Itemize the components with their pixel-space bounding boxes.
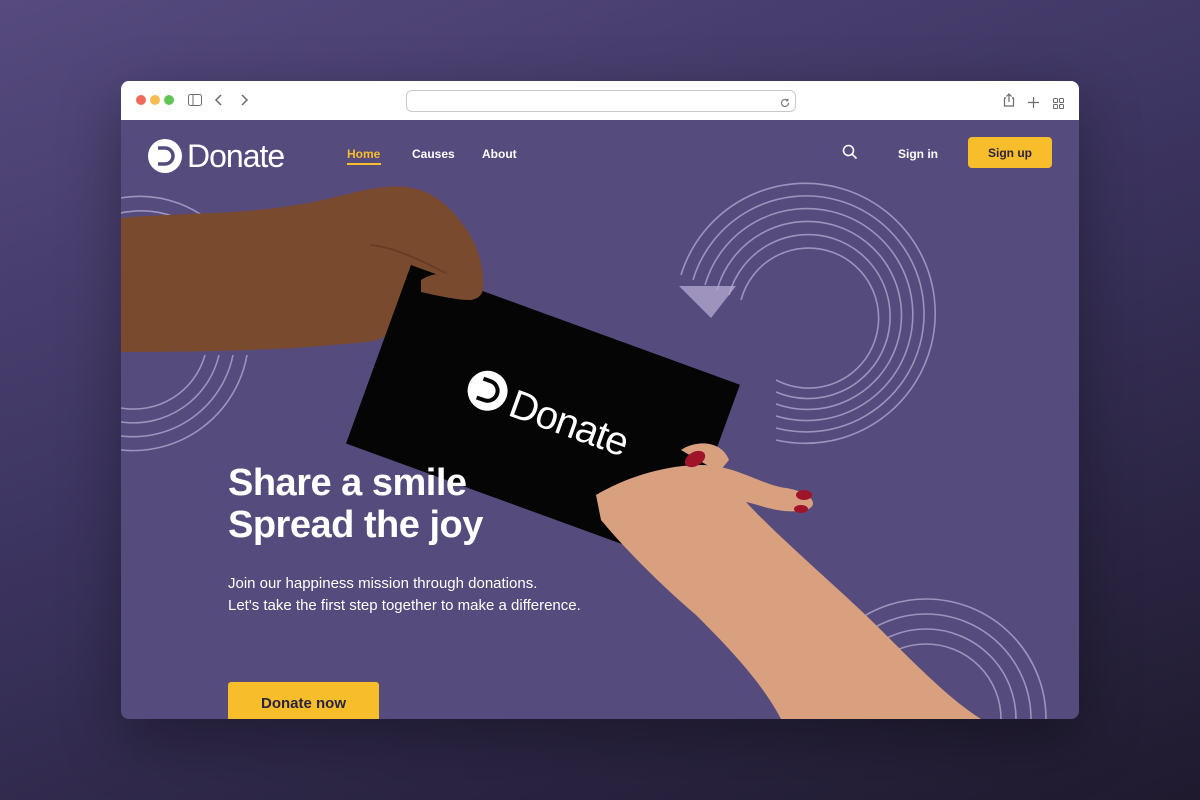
- subtext-line-2: Let's take the first step together to ma…: [228, 597, 581, 614]
- active-nav-indicator: [347, 163, 381, 165]
- subtext-line-1: Join our happiness mission through donat…: [228, 575, 538, 592]
- new-tab-icon[interactable]: [1028, 93, 1039, 112]
- maximize-window-button[interactable]: [164, 95, 174, 105]
- headline-line-1: Share a smile: [228, 462, 467, 504]
- back-icon[interactable]: [214, 91, 224, 110]
- donate-logo-icon: [148, 139, 182, 173]
- hero-headline: Share a smile Spread the joy: [228, 462, 483, 546]
- webpage: Donate Donate Home Causes About Sign in …: [121, 120, 1079, 719]
- brand-logo[interactable]: Donate: [148, 136, 285, 176]
- sign-in-link[interactable]: Sign in: [898, 147, 938, 161]
- brand-name: Donate: [187, 137, 285, 174]
- browser-window: Donate Donate Home Causes About Sign in …: [121, 81, 1079, 719]
- sidebar-toggle-icon[interactable]: [188, 91, 202, 110]
- search-icon[interactable]: [842, 144, 858, 164]
- nav-item-about[interactable]: About: [482, 147, 517, 161]
- tab-overview-icon[interactable]: [1053, 94, 1064, 113]
- share-icon[interactable]: [1003, 92, 1015, 111]
- minimize-window-button[interactable]: [150, 95, 160, 105]
- address-bar[interactable]: [406, 90, 796, 112]
- headline-line-2: Spread the joy: [228, 504, 483, 546]
- receiving-hand: [596, 443, 981, 719]
- hero-subtext: Join our happiness mission through donat…: [228, 573, 581, 617]
- sign-up-button[interactable]: Sign up: [968, 137, 1052, 168]
- hero-illustration: Donate: [121, 186, 981, 719]
- nav-item-causes[interactable]: Causes: [412, 147, 455, 161]
- forward-icon[interactable]: [239, 91, 249, 110]
- close-window-button[interactable]: [136, 95, 146, 105]
- donate-now-button[interactable]: Donate now: [228, 682, 379, 719]
- reload-icon[interactable]: [779, 94, 791, 113]
- browser-toolbar: [121, 81, 1079, 121]
- nav-item-home[interactable]: Home: [347, 147, 380, 161]
